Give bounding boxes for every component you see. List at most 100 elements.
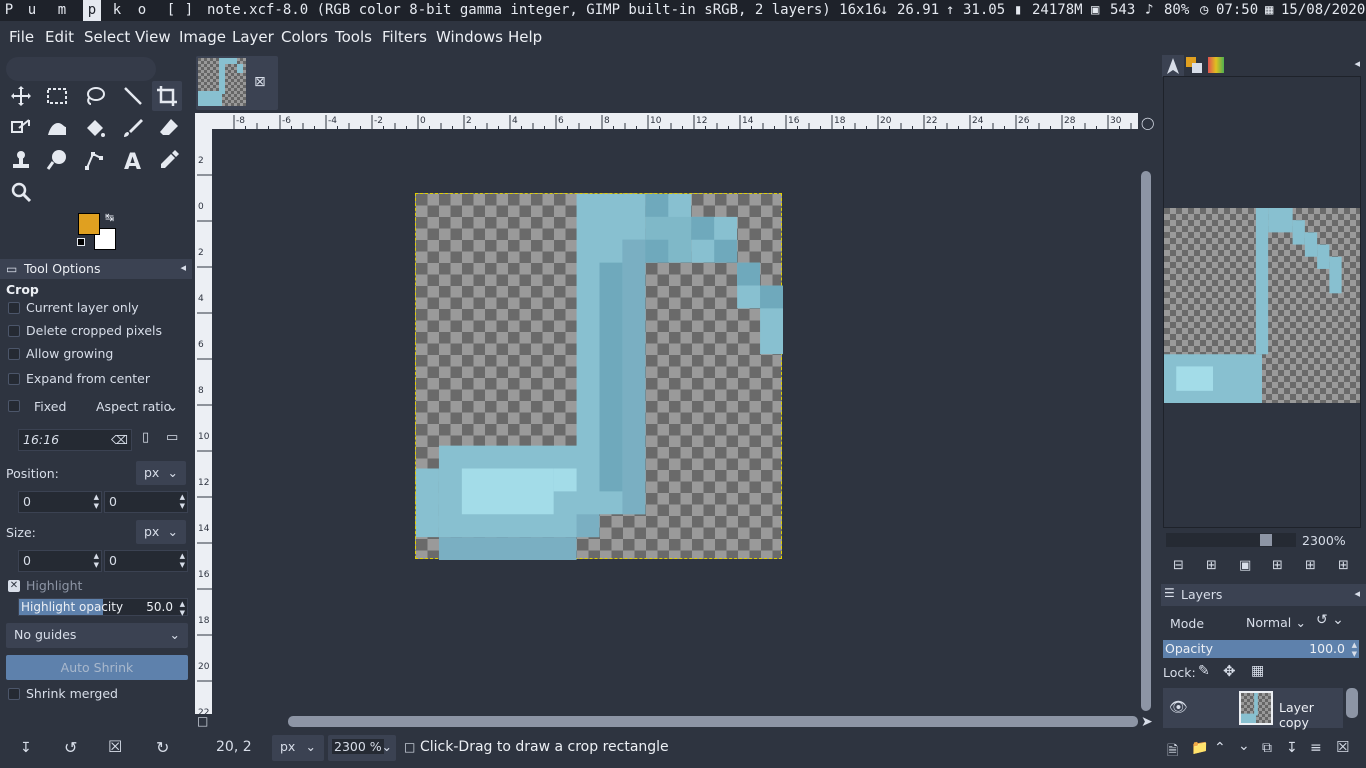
fuzzy-select-icon[interactable] — [118, 81, 148, 111]
lock-pixels-icon[interactable]: ✎ — [1198, 663, 1210, 679]
delete-layer-icon[interactable]: ☒ — [1336, 738, 1349, 756]
navigator-preview[interactable] — [1164, 208, 1360, 403]
quick-mask-icon[interactable]: □ — [197, 714, 208, 728]
navigator-zoom-slider[interactable] — [1166, 533, 1296, 547]
raise-layer-icon[interactable]: ⌃ — [1214, 740, 1226, 756]
reset-colors-icon[interactable] — [77, 238, 85, 246]
zoom-icon[interactable] — [6, 177, 36, 207]
transform-icon[interactable] — [6, 113, 36, 143]
layer-row[interactable]: 👁 Layer copy — [1163, 688, 1343, 730]
workspace-6[interactable]: o — [133, 0, 151, 21]
navigator-tab[interactable] — [1162, 55, 1184, 77]
spinner-icon[interactable]: ▲ ▼ — [180, 493, 185, 511]
reset-options-icon[interactable]: ↻ — [156, 738, 169, 757]
zoom-one-icon[interactable]: ▣ — [1239, 558, 1251, 573]
fixed-checkbox[interactable] — [8, 400, 20, 412]
image-view[interactable] — [212, 129, 1138, 714]
menu-select[interactable]: Select — [84, 28, 130, 46]
unit-dropdown[interactable]: px ⌄ — [272, 735, 324, 761]
menu-windows[interactable]: Windows — [436, 28, 503, 46]
paths-icon[interactable] — [80, 145, 110, 175]
new-layer-icon[interactable]: 🗎 — [1167, 740, 1178, 764]
zoom-follow-icon[interactable]: ◯ — [1141, 116, 1154, 130]
workspace-4[interactable]: p — [83, 0, 101, 21]
allow-growing-checkbox[interactable] — [8, 347, 20, 360]
ruler-horizontal[interactable]: -8 -6 -4 -2 0 2 4 6 8 10 12 14 16 18 20 22 24 26 28 30 — [212, 113, 1138, 129]
zoom-out-icon[interactable]: ⊟ — [1173, 558, 1184, 573]
restore-options-icon[interactable]: ↺ — [64, 738, 77, 757]
zoom-in-icon[interactable]: ⊞ — [1206, 558, 1217, 573]
landscape-icon[interactable]: ▭ — [166, 430, 178, 445]
ratio-input[interactable]: 16:16 ⌫ — [18, 429, 132, 451]
workspace-7[interactable]: [ — [162, 0, 180, 21]
layers-scroll-thumb[interactable] — [1346, 688, 1358, 718]
menu-colors[interactable]: Colors — [281, 28, 328, 46]
lasso-icon[interactable] — [80, 81, 110, 111]
highlight-opacity-slider[interactable]: Highlight opacity 50.0 ▲ ▼ — [18, 598, 188, 617]
position-y-input[interactable]: 0 ▲ ▼ — [104, 491, 188, 513]
duplicate-layer-icon[interactable]: ⧉ — [1262, 740, 1272, 756]
horizontal-scrollbar[interactable] — [212, 714, 1138, 730]
portrait-icon[interactable]: ▯ — [142, 430, 149, 445]
eye-icon[interactable]: 👁 — [1169, 698, 1188, 716]
workspace-8[interactable]: ] — [180, 0, 198, 21]
position-unit-dropdown[interactable]: px ⌄ — [136, 461, 186, 485]
workspace-2[interactable]: u — [23, 0, 41, 21]
swap-colors-icon[interactable]: ↹ — [105, 211, 114, 224]
menu-view[interactable]: View — [135, 28, 171, 46]
ruler-corner-icon[interactable] — [195, 113, 212, 129]
position-x-input[interactable]: 0 ▲ ▼ — [18, 491, 102, 513]
menu-image[interactable]: Image — [179, 28, 226, 46]
spinner-icon[interactable]: ▲ ▼ — [94, 552, 99, 570]
workspace-3[interactable]: m — [53, 0, 71, 21]
vertical-scrollbar[interactable] — [1138, 129, 1155, 714]
size-height-input[interactable]: 0 ▲ ▼ — [104, 550, 188, 572]
palettes-tab[interactable] — [1186, 57, 1202, 73]
menu-tools[interactable]: Tools — [335, 28, 372, 46]
auto-shrink-button[interactable]: Auto Shrink — [6, 655, 188, 680]
delete-options-icon[interactable]: ☒ — [108, 737, 122, 756]
close-tab-icon[interactable]: ⊠ — [254, 74, 266, 90]
workspace-1[interactable]: P — [0, 0, 18, 21]
panel-menu-icon[interactable]: ◂ — [1354, 587, 1360, 600]
patterns-tab[interactable] — [1208, 57, 1224, 73]
image-tab[interactable]: ⊠ — [196, 56, 278, 110]
shrink-merged-checkbox[interactable] — [8, 687, 20, 700]
lower-layer-icon[interactable]: ⌄ — [1238, 738, 1250, 754]
zoom-dropdown[interactable]: 2300 % ⌄ — [328, 735, 396, 761]
spinner-icon[interactable]: ▲ ▼ — [94, 493, 99, 511]
ruler-vertical[interactable]: 2 0 2 4 6 8 10 12 14 16 18 20 22 — [195, 129, 212, 714]
menu-layer[interactable]: Layer — [232, 28, 274, 46]
size-width-input[interactable]: 0 ▲ ▼ — [18, 550, 102, 572]
menu-filters[interactable]: Filters — [382, 28, 427, 46]
warp-icon[interactable] — [42, 113, 72, 143]
composite-mode-icon[interactable]: ↺ ⌄ — [1316, 612, 1358, 634]
horizontal-scroll-thumb[interactable] — [288, 716, 1138, 727]
foreground-color-swatch[interactable] — [78, 213, 100, 235]
rect-select-icon[interactable] — [42, 81, 72, 111]
move-tool-icon[interactable] — [6, 81, 36, 111]
image-canvas[interactable] — [415, 193, 783, 560]
delete-cropped-checkbox[interactable] — [8, 324, 20, 337]
navigate-icon[interactable]: ➤ — [1141, 714, 1153, 730]
shrink-wrap-icon[interactable]: ⊞ — [1338, 558, 1349, 573]
text-icon[interactable]: A — [118, 145, 148, 175]
spinner-icon[interactable]: ▲ ▼ — [180, 552, 185, 570]
size-unit-dropdown[interactable]: px ⌄ — [136, 520, 186, 544]
lock-alpha-icon[interactable]: ▦ — [1251, 663, 1264, 679]
crop-icon[interactable] — [152, 81, 182, 111]
opacity-slider[interactable]: Opacity 100.0 ▲ ▼ — [1163, 640, 1359, 658]
slider-handle[interactable] — [1260, 534, 1272, 546]
spinner-icon[interactable]: ▲ ▼ — [1352, 641, 1357, 659]
expand-center-checkbox[interactable] — [8, 372, 20, 385]
color-picker-icon[interactable] — [154, 145, 184, 175]
zoom-fill-icon[interactable]: ⊞ — [1305, 558, 1316, 573]
zoom-fit-icon[interactable]: ⊞ — [1272, 558, 1283, 573]
smudge-icon[interactable] — [42, 145, 72, 175]
lock-position-icon[interactable]: ✥ — [1223, 662, 1236, 680]
eraser-icon[interactable] — [154, 113, 184, 143]
panel-menu-icon[interactable]: ◂ — [180, 261, 186, 274]
guides-dropdown[interactable]: No guides ⌄ — [6, 623, 188, 648]
workspace-5[interactable]: k — [108, 0, 126, 21]
paintbrush-icon[interactable] — [118, 113, 148, 143]
